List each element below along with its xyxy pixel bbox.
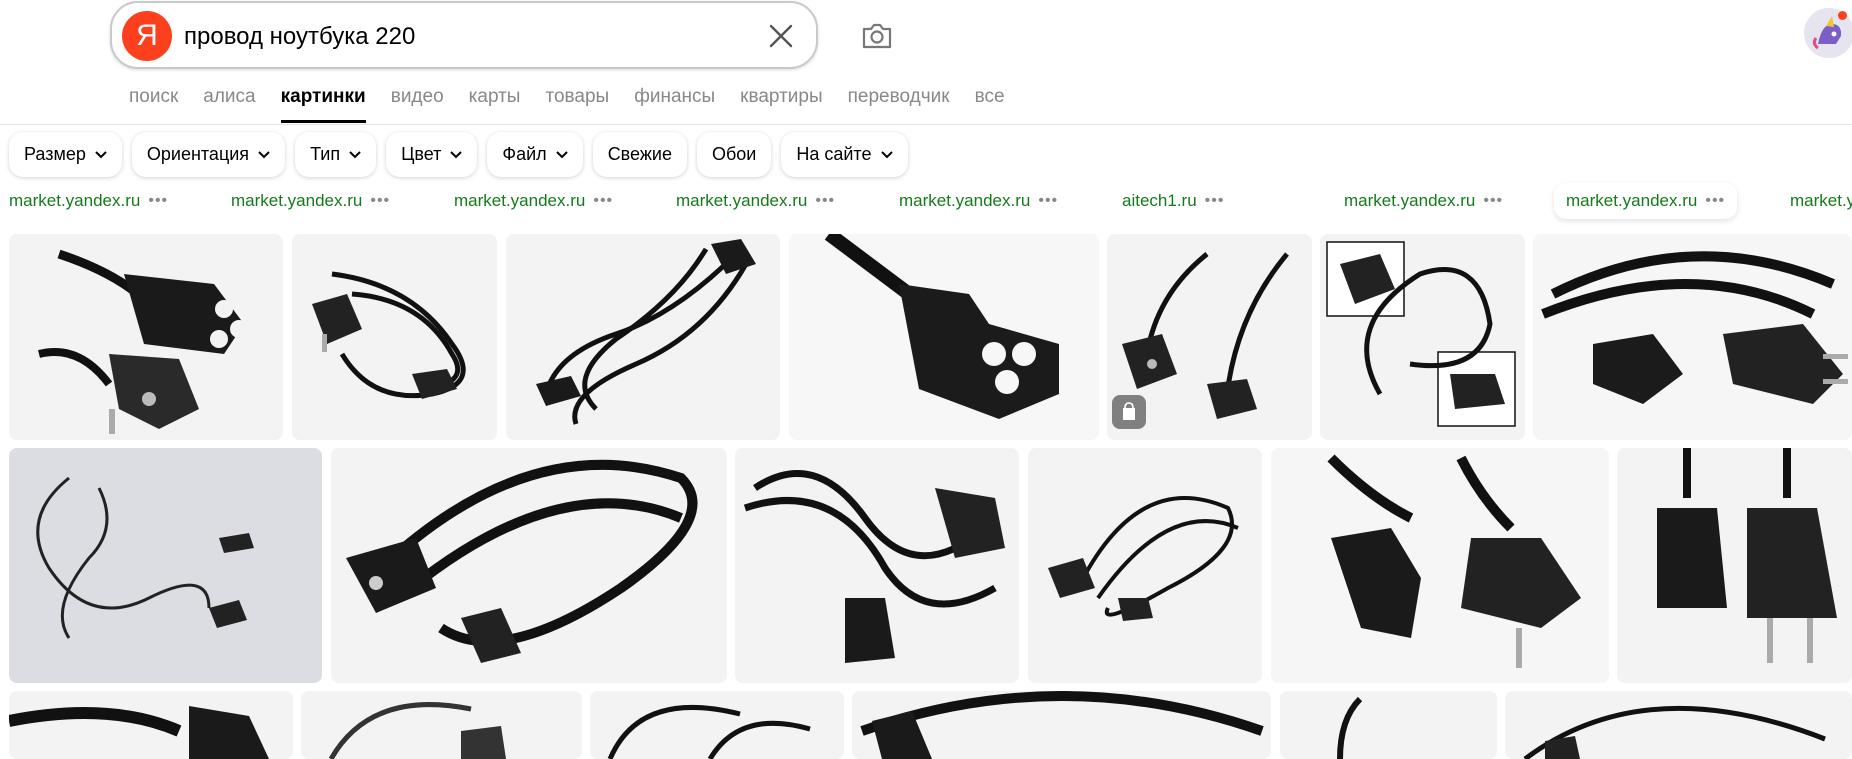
image-result[interactable] <box>506 234 780 440</box>
filter-label: Цвет <box>401 144 442 164</box>
source-domain[interactable]: aitech1.ru <box>1122 191 1197 211</box>
filter-label: На сайте <box>796 144 872 164</box>
chevron-down-icon <box>258 150 270 158</box>
more-dots-icon[interactable]: ••• <box>1205 192 1225 210</box>
shopping-bag-icon[interactable] <box>1112 395 1146 429</box>
image-result[interactable] <box>1533 234 1852 440</box>
tab-images[interactable]: картинки <box>280 84 366 124</box>
tabs-divider <box>0 124 1852 125</box>
image-result[interactable] <box>852 691 1271 759</box>
source-link[interactable]: market.yandex.ru ••• <box>1554 183 1738 219</box>
tab-maps[interactable]: карты <box>469 84 521 124</box>
filter-file[interactable]: Файл <box>487 132 583 177</box>
image-result[interactable] <box>9 691 293 759</box>
filter-label: Тип <box>310 144 341 164</box>
image-result[interactable] <box>1280 691 1497 759</box>
more-dots-icon[interactable]: ••• <box>593 192 613 210</box>
source-domain[interactable]: market.yandex.ru <box>899 191 1030 211</box>
filter-on-site[interactable]: На сайте <box>781 132 908 177</box>
tab-video[interactable]: видео <box>391 84 444 124</box>
search-bar[interactable]: Я провод ноутбука 220 <box>110 1 818 69</box>
source-domain[interactable]: market.yandex.ru <box>9 191 140 211</box>
tab-search[interactable]: поиск <box>129 84 178 124</box>
image-result[interactable] <box>9 234 283 440</box>
source-domain[interactable]: market.yandex.ru <box>1566 191 1697 211</box>
source-link[interactable]: market.yandex.ru ••• <box>676 184 835 218</box>
tab-translator[interactable]: переводчик <box>848 84 950 124</box>
image-result[interactable] <box>1320 234 1525 440</box>
camera-icon[interactable] <box>858 16 896 54</box>
tab-goods[interactable]: товары <box>545 84 609 124</box>
tab-alice[interactable]: алиса <box>203 84 255 124</box>
source-link[interactable]: aitech1.ru ••• <box>1122 184 1224 218</box>
chevron-down-icon <box>555 150 568 158</box>
search-input[interactable]: провод ноутбука 220 <box>184 23 415 51</box>
filter-bar: Размер Ориентация Тип Цвет Файл Свежие О… <box>9 132 908 177</box>
image-result[interactable] <box>301 691 582 759</box>
chevron-down-icon <box>880 150 893 158</box>
filter-type[interactable]: Тип <box>295 132 377 177</box>
search-tabs: поиск алиса картинки видео карты товары … <box>129 84 1030 124</box>
image-result[interactable] <box>735 448 1019 683</box>
chevron-down-icon <box>95 150 107 158</box>
source-domain[interactable]: market.yandex.ru <box>1344 191 1475 211</box>
image-result[interactable] <box>1107 234 1312 440</box>
more-dots-icon[interactable]: ••• <box>1483 192 1503 210</box>
image-result[interactable] <box>1028 448 1262 683</box>
source-link[interactable]: market.yandex.ru ••• <box>899 184 1058 218</box>
filter-orientation[interactable]: Ориентация <box>131 132 286 177</box>
image-result[interactable] <box>1505 691 1852 759</box>
chevron-down-icon <box>349 150 361 158</box>
source-link[interactable]: market.yandex.ru ••• <box>9 184 168 218</box>
tab-finance[interactable]: финансы <box>634 84 715 124</box>
notification-dot <box>1838 11 1847 20</box>
filter-label: Файл <box>502 144 547 164</box>
source-link[interactable]: market.yandex.ru ••• <box>454 184 613 218</box>
source-domain[interactable]: market.y <box>1790 191 1852 211</box>
filter-label: Обои <box>711 144 757 164</box>
image-result[interactable] <box>1617 448 1852 683</box>
source-link[interactable]: market.yandex.ru ••• <box>231 184 390 218</box>
filter-color[interactable]: Цвет <box>386 132 478 177</box>
more-dots-icon[interactable]: ••• <box>815 192 835 210</box>
image-result[interactable] <box>9 448 322 683</box>
image-result[interactable] <box>292 234 497 440</box>
image-result[interactable] <box>590 691 844 759</box>
filter-label: Свежие <box>607 144 672 164</box>
image-result[interactable] <box>789 234 1099 440</box>
more-dots-icon[interactable]: ••• <box>370 192 390 210</box>
more-dots-icon[interactable]: ••• <box>148 192 168 210</box>
source-domain[interactable]: market.yandex.ru <box>676 191 807 211</box>
source-domain[interactable]: market.yandex.ru <box>231 191 362 211</box>
source-link[interactable]: market.y <box>1790 184 1852 218</box>
filter-label: Размер <box>24 144 86 164</box>
filter-fresh[interactable]: Свежие <box>592 132 687 177</box>
filter-label: Ориентация <box>146 144 250 164</box>
source-row: market.yandex.ru ••• market.yandex.ru ••• … <box>0 183 1852 219</box>
filter-size[interactable]: Размер <box>9 132 122 177</box>
source-domain[interactable]: market.yandex.ru <box>454 191 585 211</box>
yandex-logo[interactable]: Я <box>122 11 172 61</box>
more-dots-icon[interactable]: ••• <box>1038 192 1058 210</box>
tab-realty[interactable]: квартиры <box>740 84 822 124</box>
tab-all[interactable]: все <box>975 84 1005 124</box>
chevron-down-icon <box>450 150 463 158</box>
filter-wallpapers[interactable]: Обои <box>696 132 772 177</box>
source-link[interactable]: market.yandex.ru ••• <box>1344 184 1503 218</box>
more-dots-icon[interactable]: ••• <box>1705 192 1725 210</box>
image-result[interactable] <box>1271 448 1609 683</box>
clear-icon[interactable] <box>764 19 798 53</box>
image-result[interactable] <box>331 448 727 683</box>
